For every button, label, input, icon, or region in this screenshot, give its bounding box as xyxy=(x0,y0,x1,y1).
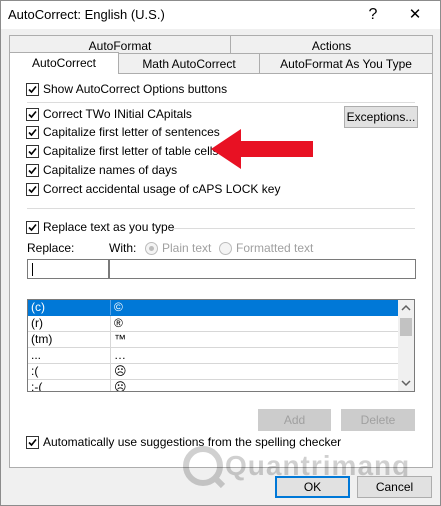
radio-dot xyxy=(149,246,154,251)
list-item[interactable]: (tm) ™ xyxy=(28,332,399,348)
separator xyxy=(169,228,415,229)
checkbox-box[interactable] xyxy=(26,126,39,139)
list-scrollbar[interactable] xyxy=(398,300,414,391)
show-options-buttons-checkbox[interactable]: Show AutoCorrect Options buttons xyxy=(26,82,326,98)
checkbox-label: Automatically use suggestions from the s… xyxy=(43,435,342,449)
check-mark-icon xyxy=(28,128,37,137)
separator xyxy=(27,102,415,103)
tab-autocorrect[interactable]: AutoCorrect xyxy=(9,52,119,74)
correct-two-initial-capitals-checkbox[interactable]: Correct TWo INitial CApitals xyxy=(26,107,326,123)
list-item[interactable]: :-( ☹ xyxy=(28,380,399,391)
replace-label: Replace: xyxy=(27,241,75,255)
checkbox-label: Capitalize names of days xyxy=(43,163,178,177)
check-mark-icon xyxy=(28,223,37,232)
list-item[interactable]: :( ☹ xyxy=(28,364,399,380)
cancel-button[interactable]: Cancel xyxy=(357,476,432,498)
checkbox-label: Show AutoCorrect Options buttons xyxy=(43,82,228,96)
checkbox-label: Capitalize first letter of table cells xyxy=(43,144,219,158)
checkbox-label: Correct accidental usage of cAPS LOCK ke… xyxy=(43,182,281,196)
checkbox-box[interactable] xyxy=(26,183,39,196)
tab-autoformat-as-you-type[interactable]: AutoFormat As You Type xyxy=(259,53,433,74)
title-bar: AutoCorrect: English (U.S.) ? ✕ xyxy=(1,1,440,29)
check-mark-icon xyxy=(28,110,37,119)
with-input[interactable] xyxy=(109,259,416,279)
help-button[interactable]: ? xyxy=(355,2,391,28)
exceptions-button[interactable]: Exceptions... xyxy=(344,106,418,128)
replacement-list[interactable]: (c) © (r) ® (tm) ™ ... … :( ☹ :-( ☹ xyxy=(27,299,415,392)
radio-label: Formatted text xyxy=(236,241,314,255)
replace-input[interactable] xyxy=(27,259,109,279)
checkbox-box[interactable] xyxy=(26,164,39,177)
check-mark-icon xyxy=(28,85,37,94)
radio-label: Plain text xyxy=(162,241,212,255)
radio-circle[interactable] xyxy=(219,242,232,255)
checkbox-label: Correct TWo INitial CApitals xyxy=(43,107,192,121)
ok-button[interactable]: OK xyxy=(275,476,350,498)
autocorrect-dialog: AutoCorrect: English (U.S.) ? ✕ AutoForm… xyxy=(0,0,441,506)
delete-button[interactable]: Delete xyxy=(341,409,415,431)
check-mark-icon xyxy=(28,147,37,156)
red-arrow-annotation-icon xyxy=(211,129,313,169)
checkbox-box[interactable] xyxy=(26,108,39,121)
list-item[interactable]: ... … xyxy=(28,348,399,364)
correct-caps-lock-checkbox[interactable]: Correct accidental usage of cAPS LOCK ke… xyxy=(26,182,326,198)
checkbox-box[interactable] xyxy=(26,83,39,96)
scroll-up-icon[interactable] xyxy=(398,300,414,316)
scroll-thumb[interactable] xyxy=(400,318,412,336)
checkbox-box[interactable] xyxy=(26,145,39,158)
checkbox-box[interactable] xyxy=(26,221,39,234)
checkbox-box[interactable] xyxy=(26,436,39,449)
plain-text-radio[interactable]: Plain text xyxy=(145,241,225,257)
formatted-text-radio[interactable]: Formatted text xyxy=(219,241,319,257)
separator xyxy=(27,208,415,209)
check-mark-icon xyxy=(28,185,37,194)
window-title: AutoCorrect: English (U.S.) xyxy=(8,7,165,22)
checkbox-label: Capitalize first letter of sentences xyxy=(43,125,220,139)
with-label: With: xyxy=(109,241,137,255)
text-caret xyxy=(32,263,33,276)
check-mark-icon xyxy=(28,438,37,447)
add-button[interactable]: Add xyxy=(258,409,331,431)
list-item[interactable]: (c) © xyxy=(28,300,399,316)
scroll-down-icon[interactable] xyxy=(398,375,414,391)
list-item[interactable]: (r) ® xyxy=(28,316,399,332)
check-mark-icon xyxy=(28,166,37,175)
close-button[interactable]: ✕ xyxy=(397,2,433,28)
auto-use-spelling-suggestions-checkbox[interactable]: Automatically use suggestions from the s… xyxy=(26,435,366,451)
tab-math-autocorrect[interactable]: Math AutoCorrect xyxy=(118,53,260,74)
radio-circle[interactable] xyxy=(145,242,158,255)
checkbox-label: Replace text as you type xyxy=(43,220,175,234)
